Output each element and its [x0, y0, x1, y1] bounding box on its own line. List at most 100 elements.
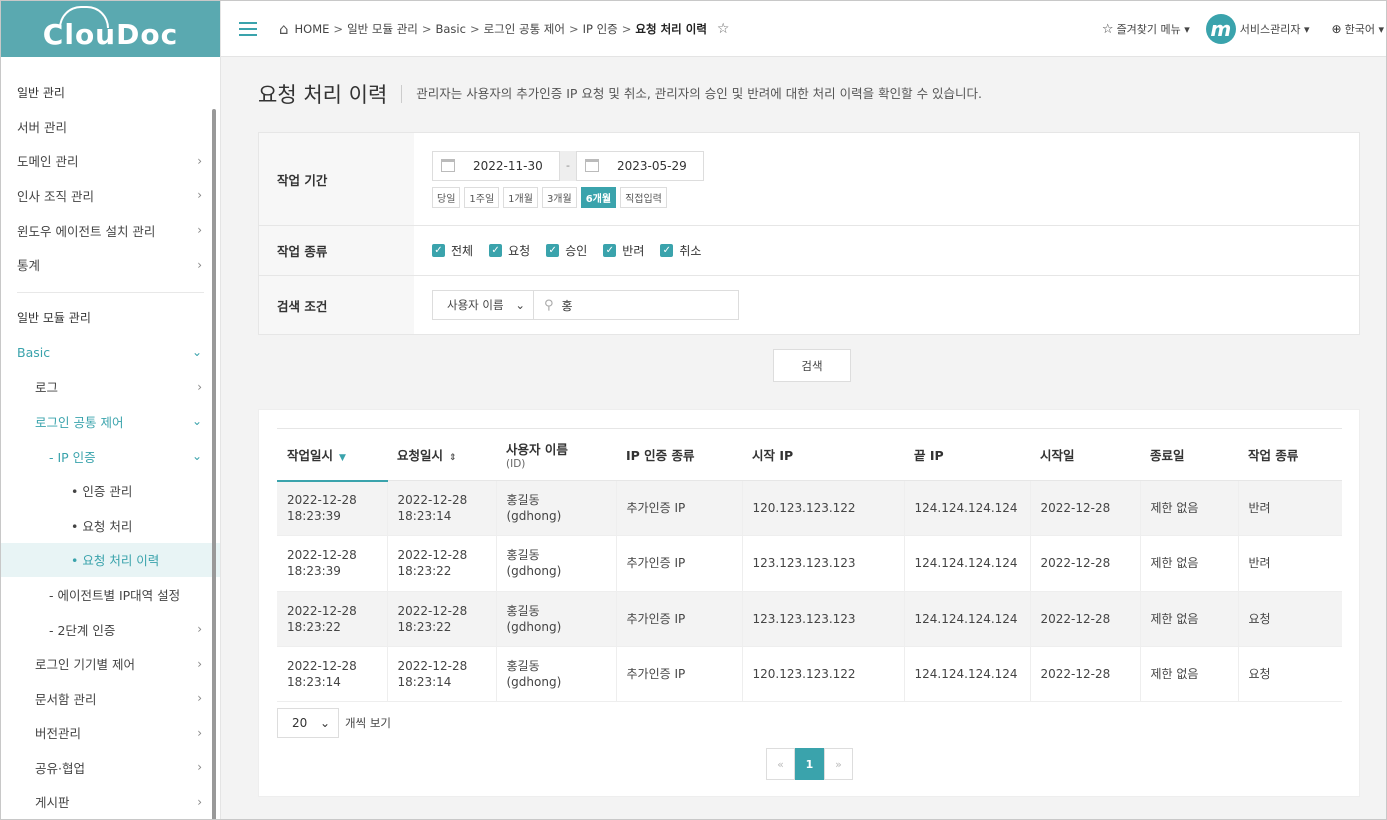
logo[interactable]: ClouDoc [1, 1, 220, 57]
sidebar-item-label: • 요청 처리 이력 [71, 553, 160, 569]
sidebar-item-two-factor[interactable]: - 2단계 인증 › [1, 612, 220, 647]
breadcrumb-sep: > [469, 21, 480, 36]
sidebar-item-org[interactable]: 인사 조직 관리 › [1, 178, 220, 213]
sidebar-item-label: 로그 [35, 380, 59, 396]
favorites-menu[interactable]: ☆ 즐겨찾기 메뉴 ▾ [1102, 21, 1190, 37]
sidebar-item-board[interactable]: 게시판 › [1, 785, 220, 819]
table-row[interactable]: 2022-12-28 18:23:22 2022-12-28 18:23:22 홍길… [277, 591, 1342, 647]
search-field-select[interactable]: 사용자 이름 ⌄ [432, 290, 534, 320]
page-title: 요청 처리 이력 [258, 83, 388, 107]
chevron-right-icon: › [197, 153, 202, 168]
sidebar-item-agent-ip[interactable]: - 에이전트별 IP대역 설정 [1, 577, 220, 612]
table-row[interactable]: 2022-12-28 18:23:14 2022-12-28 18:23:14 홍길… [277, 646, 1342, 703]
sidebar-item-log[interactable]: 로그 › [1, 370, 220, 405]
chevron-right-icon: › [197, 760, 202, 775]
sidebar-item-basic[interactable]: Basic ⌄ [1, 335, 220, 370]
home-icon[interactable]: ⌂ [279, 20, 289, 38]
table-header-row: 작업일시 ▼ 요청일시 ⇕ 사용자 이름 (ID) IP 인증 종류 시작 IP 끝 … [277, 428, 1342, 482]
filter-row-type: 작업 종류 ✓ 전체 ✓ 요청 ✓ 승인 ✓ 반려 ✓ 취소 [259, 226, 1359, 276]
sidebar-scrollbar[interactable] [212, 109, 216, 819]
avatar[interactable]: m [1205, 14, 1236, 44]
breadcrumb-modules[interactable]: 일반 모듈 관리 [347, 21, 418, 37]
checkbox-label: 요청 [508, 244, 531, 258]
sidebar-item-ip-auth[interactable]: - IP 인증 ⌄ [1, 439, 220, 474]
col-user-name: 사용자 이름 (ID) [496, 428, 616, 481]
globe-icon: ⊕ [1331, 22, 1342, 36]
date-to-value: 2023-05-29 [617, 158, 687, 173]
sidebar-item-request-process[interactable]: • 요청 처리 [1, 508, 220, 543]
star-outline-icon[interactable]: ☆ [717, 21, 730, 37]
checkbox-all[interactable]: ✓ 전체 [432, 242, 473, 259]
page-next-button[interactable]: » [824, 748, 853, 780]
quick-range-buttons: 당일 1주일 1개월 3개월 6개월 직접입력 [432, 186, 1341, 208]
page-prev-button[interactable]: « [766, 748, 795, 780]
date-to-input[interactable]: 2023-05-29 [576, 150, 704, 181]
sidebar-item-label: 로그인 공통 제어 [35, 414, 124, 430]
checkbox-label: 반려 [622, 244, 645, 258]
sidebar-item-domain[interactable]: 도메인 관리 › [1, 144, 220, 179]
sidebar-item-auth-manage[interactable]: • 인증 관리 [1, 473, 220, 508]
page-description: 관리자는 사용자의 추가인증 IP 요청 및 취소, 관리자의 승인 및 반려에… [401, 85, 982, 103]
quick-custom-button[interactable]: 직접입력 [620, 186, 667, 208]
favorites-menu-label: 즐겨찾기 메뉴 ▾ [1116, 23, 1190, 36]
quick-3month-button[interactable]: 3개월 [541, 186, 577, 208]
sidebar-item-label: 인사 조직 관리 [17, 188, 94, 204]
table-row[interactable]: 2022-12-28 18:23:39 2022-12-28 18:23:22 홍길… [277, 535, 1342, 592]
chevron-down-icon: ⌄ [191, 449, 202, 464]
sidebar-item-docbox[interactable]: 문서함 관리 › [1, 681, 220, 716]
quick-6month-button[interactable]: 6개월 [580, 186, 617, 208]
calendar-icon [441, 159, 455, 172]
quick-1month-button[interactable]: 1개월 [503, 186, 538, 208]
sidebar-item-share[interactable]: 공유·협업 › [1, 750, 220, 785]
sidebar-item-label: 도메인 관리 [17, 154, 79, 170]
sidebar-item-label: 게시판 [35, 795, 70, 811]
col-work-datetime[interactable]: 작업일시 ▼ [277, 428, 387, 482]
filter-content: 2022-11-30 - 2023-05-29 당일 1주일 1개월 3개월 6… [414, 133, 1359, 225]
quick-today-button[interactable]: 당일 [432, 186, 461, 208]
page-header: 요청 처리 이력 관리자는 사용자의 추가인증 IP 요청 및 취소, 관리자의… [258, 79, 982, 109]
search-button[interactable]: 검색 [773, 349, 851, 382]
breadcrumb-ip-auth[interactable]: IP 인증 [583, 21, 618, 37]
checkbox-approve[interactable]: ✓ 승인 [546, 242, 587, 259]
col-end-day: 종료일 [1140, 428, 1238, 481]
checkbox-reject[interactable]: ✓ 반려 [603, 242, 644, 259]
filter-row-period: 작업 기간 2022-11-30 - 2023-05-29 당일 1주일 1개월… [259, 133, 1359, 226]
language-menu[interactable]: 한국어 ▾ [1345, 21, 1384, 37]
search-input[interactable]: ⚲ 홍 [534, 290, 739, 320]
sidebar-item-server[interactable]: 서버 관리 [1, 109, 220, 144]
checkbox-request[interactable]: ✓ 요청 [489, 242, 530, 259]
sidebar-item-label: 문서함 관리 [35, 691, 97, 707]
quick-1week-button[interactable]: 1주일 [464, 186, 500, 208]
calendar-icon [585, 159, 599, 172]
rows-per-page-select[interactable]: 20 ⌄ [277, 708, 339, 738]
hamburger-menu-icon[interactable] [239, 21, 257, 36]
sidebar-item-stats[interactable]: 통계 › [1, 247, 220, 282]
user-menu[interactable]: 서비스관리자 ▾ [1240, 21, 1310, 37]
sidebar-item-label: 윈도우 에이전트 설치 관리 [17, 223, 156, 239]
pagination: « 1 » [766, 748, 853, 780]
date-from-input[interactable]: 2022-11-30 [432, 150, 560, 181]
chevron-right-icon: › [197, 725, 202, 740]
breadcrumb-home[interactable]: HOME [295, 22, 330, 36]
sidebar-item-label: • 인증 관리 [71, 484, 133, 500]
filter-label: 작업 종류 [259, 226, 414, 275]
sidebar-item-login-control[interactable]: 로그인 공통 제어 ⌄ [1, 404, 220, 439]
chevron-right-icon: › [197, 223, 202, 238]
col-request-datetime[interactable]: 요청일시 ⇕ [387, 428, 496, 481]
nav-section-general: 일반 관리 [17, 85, 65, 100]
sidebar-item-version[interactable]: 버전관리 › [1, 716, 220, 751]
checkbox-cancel[interactable]: ✓ 취소 [660, 242, 701, 259]
sidebar-item-device-control[interactable]: 로그인 기기별 제어 › [1, 646, 220, 681]
date-range: 2022-11-30 - 2023-05-29 [432, 150, 1341, 181]
breadcrumb-basic[interactable]: Basic [436, 22, 466, 36]
page-1-button[interactable]: 1 [795, 748, 824, 780]
sidebar-item-request-history[interactable]: • 요청 처리 이력 [1, 542, 220, 578]
filter-label: 작업 기간 [259, 133, 414, 225]
filter-row-condition: 검색 조건 사용자 이름 ⌄ ⚲ 홍 [259, 276, 1359, 334]
checkbox-checked-icon: ✓ [489, 244, 503, 257]
filter-content: 사용자 이름 ⌄ ⚲ 홍 [414, 276, 1359, 334]
sidebar-item-label: - 에이전트별 IP대역 설정 [49, 587, 181, 603]
breadcrumb-login-control[interactable]: 로그인 공통 제어 [484, 21, 565, 37]
table-row[interactable]: 2022-12-28 18:23:39 2022-12-28 18:23:14 홍길… [277, 480, 1342, 537]
sidebar-item-windows-agent[interactable]: 윈도우 에이전트 설치 관리 › [1, 213, 220, 248]
